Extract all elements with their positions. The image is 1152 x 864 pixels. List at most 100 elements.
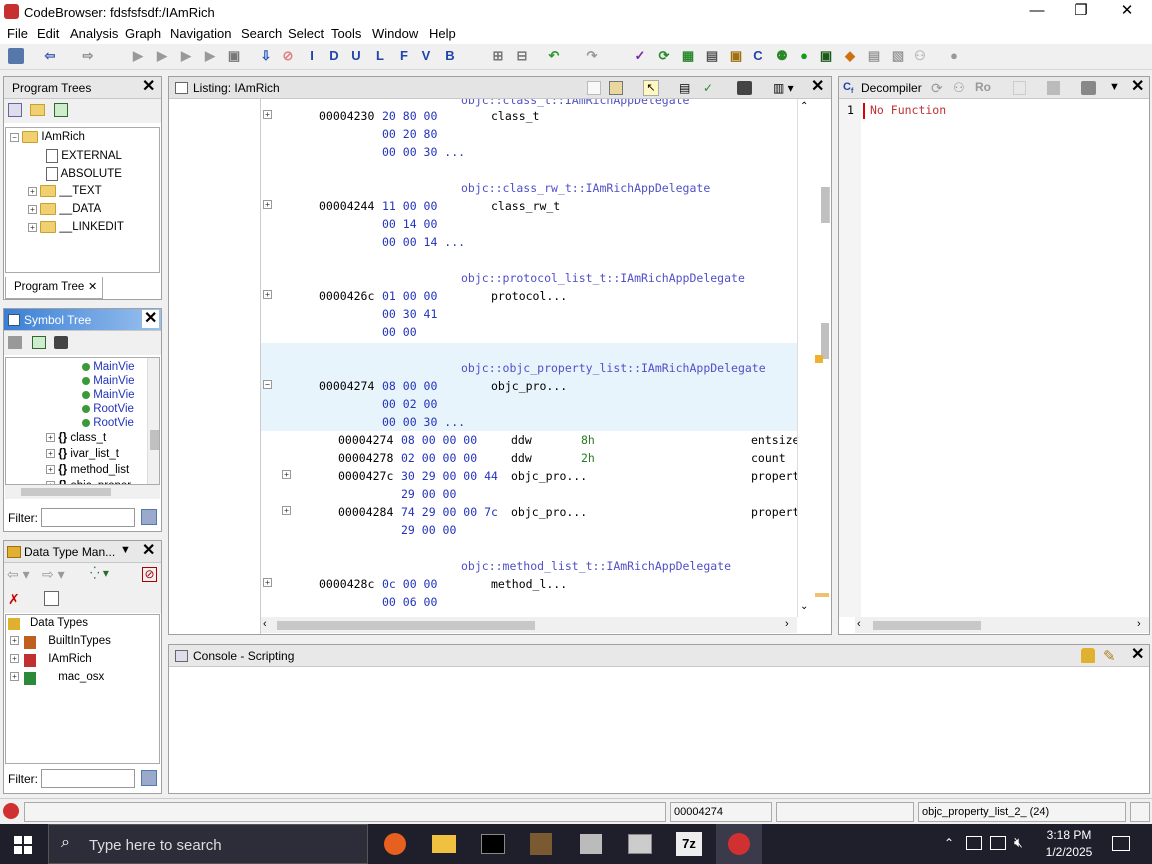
- layout-icon[interactable]: ▥ ▾: [773, 81, 794, 95]
- scroll-thumb[interactable]: [150, 430, 159, 450]
- expand-icon[interactable]: +: [46, 465, 55, 475]
- lock-icon[interactable]: [1081, 648, 1095, 663]
- refresh-icon[interactable]: ⟳: [931, 80, 943, 97]
- virtual-machine-icon[interactable]: [628, 834, 652, 854]
- field-value[interactable]: 8h: [581, 433, 595, 447]
- data-type-macosx[interactable]: + mac_osx: [10, 671, 104, 685]
- menu-analysis[interactable]: Analysis: [70, 26, 118, 41]
- maximize-button[interactable]: ❐: [1058, 0, 1104, 24]
- scroll-up-icon[interactable]: ⌃: [800, 101, 808, 112]
- split-icon[interactable]: ⊟: [514, 48, 530, 64]
- tray-expand-icon[interactable]: ⌃: [944, 836, 954, 850]
- field-name[interactable]: entsize: [751, 433, 797, 447]
- clock-date[interactable]: 1/2/2025: [1044, 845, 1094, 859]
- listing-bytes[interactable]: 01 00 00: [382, 289, 437, 303]
- symbol-leaf[interactable]: MainVie: [82, 375, 135, 387]
- console-output[interactable]: [169, 667, 1149, 793]
- listing-bytes[interactable]: 00 00 30 ...: [382, 415, 465, 429]
- down-arrow-icon[interactable]: ⇩: [258, 48, 274, 64]
- listing-mnemonic[interactable]: protocol...: [491, 289, 567, 303]
- tree-item-absolute[interactable]: ABSOLUTE: [46, 167, 122, 181]
- listing-vscroll[interactable]: ⌃ ⌄: [797, 99, 830, 617]
- listing-address[interactable]: 0000428c: [319, 577, 374, 591]
- export-icon[interactable]: ▧: [890, 48, 906, 64]
- print-icon[interactable]: [54, 336, 68, 349]
- open-folder-icon[interactable]: [30, 104, 45, 116]
- field-mnemonic[interactable]: objc_pro...: [511, 469, 587, 483]
- field-bytes[interactable]: 29 00 00: [401, 523, 456, 537]
- symbol-leaf[interactable]: RootVie: [82, 417, 134, 429]
- symbol-filter-input[interactable]: [41, 508, 135, 527]
- expand-icon[interactable]: +: [10, 654, 19, 664]
- diamond-icon[interactable]: ◆: [842, 48, 858, 64]
- listing-bytes[interactable]: 11 00 00: [382, 199, 437, 213]
- snapshot-icon[interactable]: [737, 81, 752, 95]
- expand-icon[interactable]: +: [10, 636, 19, 646]
- windows-start-icon[interactable]: [14, 836, 32, 854]
- undefined-icon[interactable]: U: [348, 48, 364, 64]
- tab-program-tree[interactable]: Program Tree ✕: [5, 277, 103, 299]
- listing-label[interactable]: objc::protocol_list_t::IAmRichAppDelegat…: [461, 271, 745, 285]
- listing-mnemonic[interactable]: class_rw_t: [491, 199, 560, 213]
- scroll-right-icon[interactable]: ›: [1137, 618, 1141, 630]
- collapse-icon[interactable]: −: [263, 377, 272, 391]
- forward-icon[interactable]: ⇨ ▾: [42, 566, 65, 583]
- collapse-icon[interactable]: −: [10, 132, 19, 142]
- field-address[interactable]: 00004278: [338, 451, 393, 465]
- nav-block4-icon[interactable]: ▶: [202, 48, 218, 64]
- listing-bytes[interactable]: 00 00: [382, 325, 417, 339]
- scroll-thumb[interactable]: [873, 621, 981, 630]
- data-type-builtin[interactable]: + BuiltInTypes: [10, 635, 111, 649]
- tree-item-external[interactable]: EXTERNAL: [46, 149, 122, 163]
- decompiler-text[interactable]: No Function: [870, 103, 946, 117]
- nav-block5-icon[interactable]: ▣: [226, 48, 242, 64]
- field-address[interactable]: 00004284: [338, 505, 393, 519]
- dropdown-icon[interactable]: ▼: [120, 544, 131, 556]
- copy-icon[interactable]: [1013, 81, 1026, 95]
- tree-item-linkedit[interactable]: + __LINKEDIT: [28, 221, 124, 233]
- variable-icon[interactable]: V: [418, 48, 434, 64]
- listing-address[interactable]: 00004244: [319, 199, 374, 213]
- listing-mnemonic[interactable]: method_l...: [491, 577, 567, 591]
- run-icon[interactable]: ●: [796, 48, 812, 64]
- menu-window[interactable]: Window: [372, 26, 418, 41]
- expand-icon[interactable]: +: [10, 672, 19, 682]
- listing-content[interactable]: objc::class_t::IAmRichAppDelegate + 0000…: [261, 99, 797, 615]
- field-mnemonic[interactable]: ddw: [511, 433, 532, 447]
- close-icon[interactable]: ✕: [142, 310, 160, 328]
- readonly-icon[interactable]: Ro: [975, 80, 991, 94]
- stop-icon[interactable]: ⊘: [280, 48, 296, 64]
- file-explorer-icon[interactable]: [432, 835, 456, 853]
- data-type-iamrich[interactable]: + IAmRich: [10, 653, 92, 667]
- menu-help[interactable]: Help: [429, 26, 456, 41]
- field-mnemonic[interactable]: objc_pro...: [511, 505, 587, 519]
- nav-block-icon[interactable]: ▶: [130, 48, 146, 64]
- function-icon[interactable]: F: [396, 48, 412, 64]
- listing-bytes[interactable]: 08 00 00: [382, 379, 437, 393]
- expand-icon[interactable]: +: [263, 107, 272, 121]
- minecraft-icon[interactable]: [530, 833, 552, 855]
- listing-bytes[interactable]: 00 20 80: [382, 127, 437, 141]
- tree-root[interactable]: − IAmRich: [10, 131, 85, 143]
- remove-icon[interactable]: ⊘: [142, 567, 157, 582]
- bytes-icon[interactable]: B: [442, 48, 458, 64]
- field-address[interactable]: 00004274: [338, 433, 393, 447]
- menu-search[interactable]: Search: [241, 26, 282, 41]
- expand-icon[interactable]: +: [263, 197, 272, 211]
- listing-address[interactable]: 0000426c: [319, 289, 374, 303]
- field-bytes[interactable]: 30 29 00 00 44: [401, 469, 498, 483]
- forward-icon[interactable]: ⇨: [80, 48, 96, 64]
- listing-label[interactable]: objc::class_rw_t::IAmRichAppDelegate: [461, 181, 710, 195]
- label-icon[interactable]: L: [372, 48, 388, 64]
- image-icon[interactable]: ▦: [680, 48, 696, 64]
- filter-options-icon[interactable]: [141, 509, 157, 525]
- expand-icon[interactable]: +: [282, 503, 291, 517]
- scroll-left-icon[interactable]: ‹: [857, 618, 861, 630]
- menu-graph[interactable]: Graph: [125, 26, 161, 41]
- field-name[interactable]: count: [751, 451, 786, 465]
- data-icon[interactable]: D: [326, 48, 342, 64]
- export-icon[interactable]: [32, 336, 46, 349]
- field-address[interactable]: 0000427c: [338, 469, 393, 483]
- listing-mnemonic[interactable]: objc_pro...: [491, 379, 567, 393]
- copy-icon[interactable]: [587, 81, 601, 95]
